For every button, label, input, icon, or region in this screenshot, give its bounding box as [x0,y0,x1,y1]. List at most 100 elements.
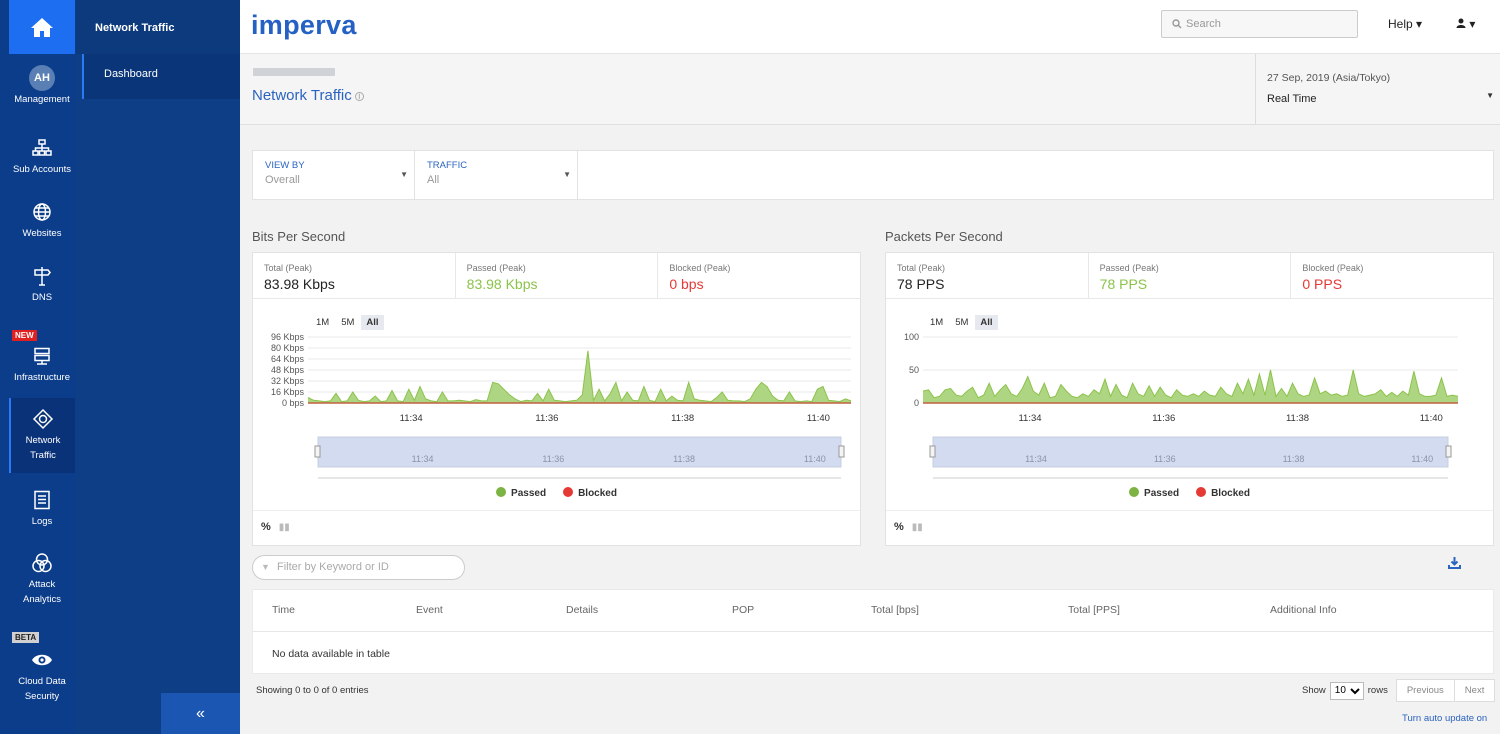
range-navigator [932,436,1449,468]
stat-label: Total (Peak) [264,263,313,273]
zoom-all-button[interactable]: All [361,315,384,330]
stat-value: 78 PPS [897,276,945,292]
stat-label: Blocked (Peak) [669,263,731,273]
nav-label: DNS [31,292,53,303]
navigator-tick-label: 11:40 [1411,454,1433,464]
nav-item-dns[interactable]: DNS [9,264,75,305]
show-label: Show [1302,685,1326,696]
eye-icon [32,654,52,666]
zoom-1m-button[interactable]: 1M [925,315,948,330]
pps-panel: Total (Peak) 78 PPS Passed (Peak) 78 PPS B… [885,252,1494,546]
column-header-total-pps[interactable]: Total [PPS] [1068,604,1120,616]
top-header: imperva Search Help ▾ ▾ [240,0,1500,54]
bps-passed-stat: Passed (Peak) 83.98 Kbps [456,253,659,298]
logs-icon [34,490,50,510]
secondary-nav: Network Traffic Dashboard « [76,0,240,734]
new-badge: NEW [12,330,37,341]
current-date: 27 Sep, 2019 (Asia/Tokyo) [1267,72,1391,84]
column-header-additional-info[interactable]: Additional Info [1270,604,1337,616]
nav-item-management[interactable]: AH Management [9,65,75,116]
column-header-total-bps[interactable]: Total [bps] [871,604,919,616]
bar-chart-icon[interactable]: ▮▮ [912,522,923,533]
page-header: Network Traffic i 27 Sep, 2019 (Asia/Toky… [240,54,1500,125]
table-pagination: Show 10 rows Previous Next [1302,679,1496,702]
collapse-sidebar-button[interactable]: « [161,693,240,734]
filter-icon: ▼ [261,562,270,572]
zoom-1m-button[interactable]: 1M [311,315,334,330]
next-page-button[interactable]: Next [1454,679,1496,702]
pps-total-stat: Total (Peak) 78 PPS [886,253,1089,298]
nav-label: Cloud Data Security [18,676,66,702]
imperva-logo[interactable]: imperva [251,10,357,41]
table-entries-info: Showing 0 to 0 of 0 entries [256,685,369,696]
table-filter-input[interactable]: ▼ Filter by Keyword or ID [252,555,465,580]
rows-label: rows [1367,685,1388,696]
zoom-all-button[interactable]: All [975,315,998,330]
info-icon[interactable]: i [354,91,364,101]
pps-chart[interactable]: 100 50 0 11:34 11:36 11:38 11:40 11:34 11:36 11:3… [886,333,1493,483]
column-header-time[interactable]: Time [272,604,295,616]
bps-total-stat: Total (Peak) 83.98 Kbps [253,253,456,298]
avatar: AH [29,65,55,91]
traffic-select[interactable]: TRAFFIC All ▼ [415,151,578,199]
view-by-select[interactable]: VIEW BY Overall ▼ [253,151,415,199]
nav-item-logs[interactable]: Logs [9,488,75,529]
stat-label: Blocked (Peak) [1302,263,1364,273]
search-input[interactable]: Search [1161,10,1358,38]
navigator-tick-label: 11:34 [412,454,434,464]
nav-item-websites[interactable]: Websites [9,200,75,241]
user-caret: ▾ [1469,17,1476,31]
pps-blocked-stat: Blocked (Peak) 0 PPS [1291,253,1493,298]
nav-item-network-traffic[interactable]: Network Traffic [9,398,75,473]
help-menu[interactable]: Help ▾ [1388,17,1422,31]
server-icon [34,347,50,365]
crosshair-icon [32,408,54,430]
zoom-5m-button[interactable]: 5M [950,315,973,330]
sitemap-icon [32,139,52,156]
navigator-left-handle [929,445,936,458]
time-mode: Real Time [1267,93,1317,105]
column-header-details[interactable]: Details [566,604,598,616]
nav-item-sub-accounts[interactable]: Sub Accounts [9,136,75,177]
legend-blocked[interactable]: Blocked [1196,487,1250,499]
events-table: Time Event Details POP Total [bps] Total… [252,589,1494,674]
zoom-5m-button[interactable]: 5M [336,315,359,330]
navigator-right-handle [1445,445,1452,458]
percent-toggle[interactable]: % [894,521,904,533]
nav-label: Sub Accounts [12,164,72,175]
legend-passed[interactable]: Passed [1129,487,1179,499]
pps-stats: Total (Peak) 78 PPS Passed (Peak) 78 PPS B… [886,253,1493,299]
y-tick-label: 32 Kbps [271,376,305,386]
column-header-pop[interactable]: POP [732,604,754,616]
column-header-event[interactable]: Event [416,604,443,616]
bps-chart[interactable]: 96 Kbps80 Kbps64 Kbps48 Kbps32 Kbps16 Kb… [253,333,860,483]
view-by-label: VIEW BY [265,160,305,171]
nav-label: Websites [22,228,62,239]
user-menu[interactable]: ▾ [1456,17,1475,31]
rows-per-page-select[interactable]: 10 [1329,681,1364,700]
nav-item-infrastructure[interactable]: Infrastructure [9,344,75,385]
x-tick-label: 11:38 [1286,413,1309,424]
time-range-selector[interactable]: 27 Sep, 2019 (Asia/Tokyo) Real Time ▼ [1255,54,1500,125]
subnav-title: Network Traffic [76,0,240,54]
subnav-item-dashboard[interactable]: Dashboard [82,54,240,99]
x-tick-label: 11:36 [535,413,558,424]
nav-item-cloud-data-security[interactable]: Cloud Data Security [9,648,75,704]
range-navigator [317,436,842,468]
legend-blocked[interactable]: Blocked [563,487,617,499]
stat-value: 83.98 Kbps [264,276,335,292]
home-button[interactable] [9,0,75,54]
download-icon[interactable] [1448,556,1461,572]
table-header: Time Event Details POP Total [bps] Total… [253,590,1493,632]
chevron-down-icon: ▼ [1486,91,1494,100]
auto-update-toggle[interactable]: Turn auto update on [1402,713,1487,724]
home-icon [31,18,53,37]
percent-toggle[interactable]: % [261,521,271,533]
previous-page-button[interactable]: Previous [1395,679,1455,702]
legend-passed[interactable]: Passed [496,487,546,499]
nav-item-attack-analytics[interactable]: Attack Analytics [9,551,75,607]
view-by-value: Overall [265,174,300,186]
pps-passed-stat: Passed (Peak) 78 PPS [1089,253,1292,298]
bar-chart-icon[interactable]: ▮▮ [279,522,290,533]
navigator-left-handle [314,445,321,458]
